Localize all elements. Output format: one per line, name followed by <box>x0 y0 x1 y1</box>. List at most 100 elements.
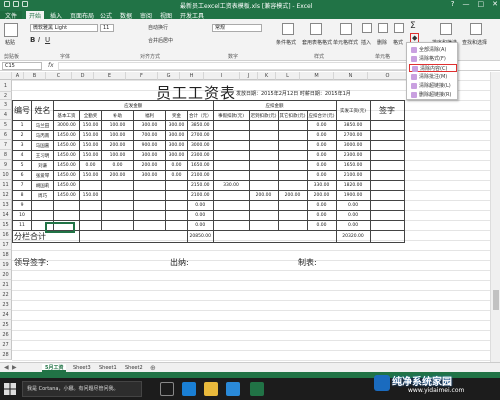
cell-no[interactable]: 6 <box>12 170 32 181</box>
cell-att[interactable]: 150.00 <box>79 190 102 201</box>
table-format-icon[interactable] <box>310 23 322 35</box>
cell-base[interactable]: 1450.00 <box>53 170 80 181</box>
cell-sign[interactable] <box>369 180 405 191</box>
row-header[interactable]: 9 <box>0 160 12 170</box>
cell-d2[interactable] <box>248 170 279 181</box>
cell-bonus[interactable] <box>165 220 188 231</box>
store-icon[interactable] <box>226 382 240 396</box>
cell-d3[interactable] <box>277 210 308 221</box>
cell-actual[interactable]: 2300.00 <box>335 150 371 161</box>
cell-name[interactable]: 马国嘉 <box>31 140 54 151</box>
row-header[interactable]: 12 <box>0 190 12 200</box>
header-group-deduct[interactable]: 应扣金额 <box>212 100 337 111</box>
sheet-tab-sheet1[interactable]: Sheet1 <box>96 364 120 372</box>
cell-base[interactable]: 1450.00 <box>53 180 80 191</box>
cell-d3[interactable] <box>277 160 308 171</box>
row-header[interactable]: 25 <box>0 320 12 330</box>
italic-icon[interactable]: I <box>38 36 40 44</box>
cell-wel[interactable]: 300.00 <box>133 120 166 131</box>
cell-d3[interactable] <box>277 220 308 231</box>
cell-att[interactable] <box>79 210 102 221</box>
maximize-button[interactable]: □ <box>478 0 485 8</box>
cell-dt[interactable]: 0.00 <box>306 200 337 211</box>
cell-d1[interactable]: 330.00 <box>212 180 250 191</box>
cell-d3[interactable] <box>277 170 308 181</box>
cell-bonus[interactable]: 300.00 <box>165 120 188 131</box>
cell-wel[interactable] <box>133 180 166 191</box>
delete-cells-icon[interactable] <box>378 23 388 33</box>
cell-d3[interactable] <box>277 150 308 161</box>
cell-base[interactable]: 3000.00 <box>53 120 80 131</box>
cell-sub[interactable] <box>101 210 134 221</box>
cell-sign[interactable] <box>369 230 405 243</box>
cell-sub[interactable]: 100.00 <box>101 120 134 131</box>
clear-menu-item[interactable]: 删除超链接(R) <box>409 91 457 99</box>
cell-d2[interactable] <box>248 210 279 221</box>
header-actual[interactable]: 实发工资(元) <box>335 100 371 121</box>
cell-actual[interactable]: 0.00 <box>335 210 371 221</box>
cell-wel[interactable]: 700.00 <box>133 130 166 141</box>
table-format-button[interactable]: 套用表格格式 <box>302 39 332 46</box>
selected-cell[interactable] <box>45 222 75 233</box>
cell-d1[interactable] <box>212 120 250 131</box>
header-late-fee[interactable]: 迟到扣款(元) <box>248 110 279 121</box>
header-attendance[interactable]: 全勤奖 <box>79 110 102 121</box>
header-no[interactable]: 编号 <box>12 100 32 121</box>
row-header[interactable]: 18 <box>0 250 12 260</box>
cell-att[interactable] <box>79 180 102 191</box>
cell-sign[interactable] <box>369 220 405 231</box>
row-header[interactable]: 3 <box>0 100 12 110</box>
underline-icon[interactable]: U <box>45 36 50 44</box>
row-header[interactable]: 2 <box>0 92 12 100</box>
cell-bonus[interactable]: 300.00 <box>165 150 188 161</box>
scrollbar-thumb[interactable] <box>493 290 499 310</box>
fx-icon[interactable]: fx <box>48 62 54 69</box>
cell-wel[interactable] <box>133 200 166 211</box>
cell-wel[interactable]: 300.00 <box>133 150 166 161</box>
sheet-tab-5may[interactable]: 5月工资 <box>42 364 67 372</box>
header-sign[interactable]: 签字 <box>369 100 405 121</box>
header-other-fee[interactable]: 其它扣款(元) <box>277 110 308 121</box>
column-header[interactable]: F <box>126 72 158 80</box>
subtotal-actual[interactable]: 20320.00 <box>335 230 371 243</box>
cell-d2[interactable] <box>248 130 279 141</box>
cell-bonus[interactable] <box>165 210 188 221</box>
cortana-search-box[interactable]: 我是 Cortana，小娜。有问题尽管问我。 <box>22 381 142 397</box>
cell-no[interactable]: 9 <box>12 200 32 211</box>
cell-sign[interactable] <box>369 150 405 161</box>
cell-sign[interactable] <box>369 190 405 201</box>
header-subsidy[interactable]: 补助 <box>101 110 134 121</box>
cell-sub[interactable]: 100.00 <box>101 150 134 161</box>
column-header[interactable]: M <box>300 72 334 80</box>
windows-start-icon[interactable] <box>4 383 16 395</box>
subtotal-empty[interactable] <box>79 230 188 243</box>
cell-d2[interactable] <box>248 120 279 131</box>
cell-d3[interactable] <box>277 130 308 141</box>
cell-d3[interactable] <box>277 120 308 131</box>
sheet-tab-sheet2[interactable]: Sheet2 <box>122 364 146 372</box>
cell-total[interactable]: 0.00 <box>187 200 214 211</box>
cell-bonus[interactable]: 0.00 <box>165 170 188 181</box>
column-header[interactable]: A <box>12 72 24 80</box>
row-header[interactable]: 11 <box>0 180 12 190</box>
cell-total[interactable]: 2700.00 <box>187 130 214 141</box>
cell-sub[interactable]: 0.00 <box>101 160 134 171</box>
cell-name[interactable]: 张爱琴 <box>31 170 54 181</box>
row-header[interactable]: 10 <box>0 170 12 180</box>
paste-button[interactable]: 粘贴 <box>5 39 15 46</box>
cell-dt[interactable]: 330.00 <box>306 180 337 191</box>
redo-icon[interactable] <box>22 1 28 7</box>
font-name-select[interactable]: 微软雅黑 Light <box>30 24 98 32</box>
column-header[interactable]: J <box>240 72 258 80</box>
cell-dt[interactable]: 0.00 <box>306 170 337 181</box>
cell-no[interactable]: 5 <box>12 160 32 171</box>
cell-d1[interactable] <box>212 200 250 211</box>
cell-sign[interactable] <box>369 120 405 131</box>
column-header[interactable]: O <box>368 72 408 80</box>
cell-name[interactable]: 胡国莉 <box>31 180 54 191</box>
cell-dt[interactable]: 200.00 <box>306 190 337 201</box>
cell-d3[interactable] <box>277 140 308 151</box>
cell-sub[interactable]: 200.00 <box>101 170 134 181</box>
subtotal-total[interactable]: 20850.00 <box>187 230 214 243</box>
row-header[interactable]: 14 <box>0 210 12 220</box>
